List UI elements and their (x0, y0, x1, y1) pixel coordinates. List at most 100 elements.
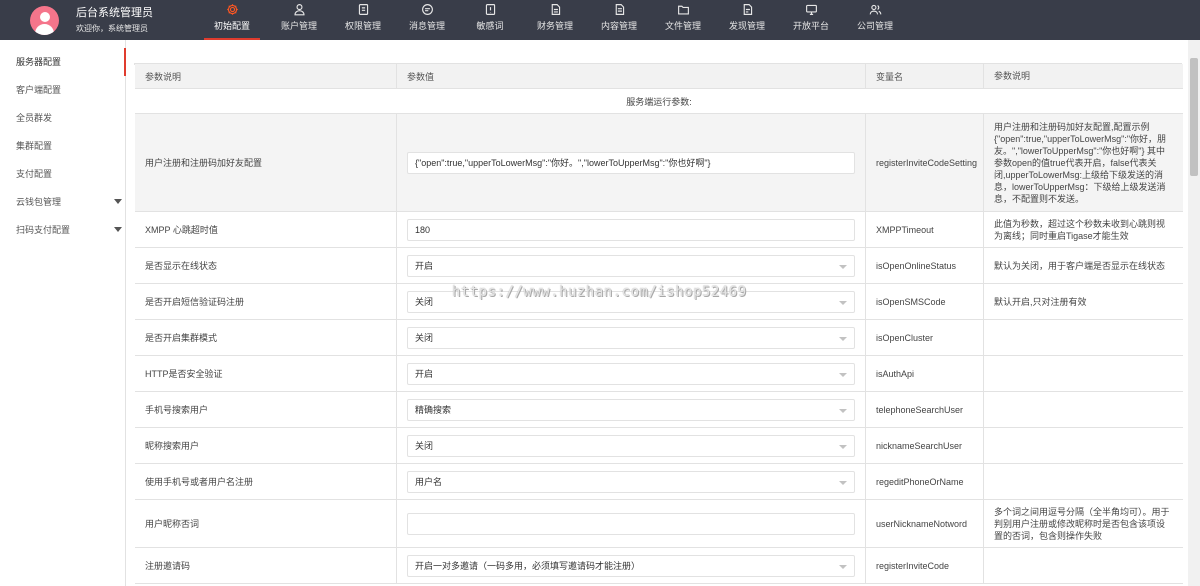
nav-label: 开放平台 (792, 21, 829, 31)
monitor-icon (805, 4, 817, 15)
register-invite-setting-input[interactable]: {"open":true,"upperToLowerMsg":"你好。","lo… (407, 151, 855, 174)
chevron-down-icon (839, 408, 847, 413)
sidebar-item-label: 集群配置 (16, 141, 53, 151)
scrollbar-thumb[interactable] (1190, 58, 1198, 176)
server-params-table: 参数说明 参数值 变量名 参数说明 服务端运行参数: 用户注册和注册码加好友配置… (134, 63, 1183, 584)
online-status-select[interactable]: 开启 (407, 254, 855, 277)
table-row: HTTP是否安全验证 开启 isAuthApi (135, 356, 1183, 392)
param-desc (984, 464, 1183, 499)
sms-code-select[interactable]: 关闭 (407, 290, 855, 313)
finance-icon (551, 4, 560, 15)
table-row: 是否开启集群模式 关闭 isOpenCluster (135, 320, 1183, 356)
param-var: registerInviteCode (866, 548, 984, 583)
param-var: isOpenOnlineStatus (866, 248, 984, 283)
select-value: 用户名 (415, 477, 443, 487)
nav-label: 发现管理 (728, 21, 765, 31)
nickname-notword-input[interactable] (407, 512, 855, 535)
nav-label: 内容管理 (600, 21, 637, 31)
param-value-cell: {"open":true,"upperToLowerMsg":"你好。","lo… (397, 114, 866, 211)
sidebar-item-qr-payment[interactable]: 扫码支付配置 (0, 216, 126, 244)
chevron-down-icon (839, 564, 847, 569)
param-value-cell (397, 500, 866, 547)
sidebar-item-broadcast[interactable]: 全员群发 (0, 104, 126, 132)
param-value-cell: 开启 (397, 248, 866, 283)
param-var: regeditPhoneOrName (866, 464, 984, 499)
chevron-down-icon (114, 199, 122, 204)
sidebar-item-cloud-wallet[interactable]: 云钱包管理 (0, 188, 126, 216)
nav-item-company[interactable]: 公司管理 (846, 0, 904, 40)
chevron-down-icon (839, 444, 847, 449)
sidebar-item-payment-config[interactable]: 支付配置 (0, 160, 126, 188)
user-icon (293, 4, 305, 16)
cluster-mode-select[interactable]: 关闭 (407, 326, 855, 349)
param-value-cell: 开启 (397, 356, 866, 391)
nav-item-content[interactable]: 内容管理 (590, 0, 648, 40)
sidebar-item-label: 扫码支付配置 (16, 225, 71, 235)
column-header: 参数说明 (994, 71, 1031, 81)
nav-label: 敏感词 (476, 21, 504, 31)
param-var: telephoneSearchUser (866, 392, 984, 427)
select-value: 关闭 (415, 297, 434, 307)
param-desc: 多个词之间用逗号分隔（全半角均可）。用于判别用户注册或修改昵称时是否包含该项设置… (994, 506, 1170, 541)
nav-item-account[interactable]: 账户管理 (270, 0, 328, 40)
select-value: 开启 (415, 369, 434, 379)
nav-label: 权限管理 (344, 21, 381, 31)
nav-label: 消息管理 (408, 21, 445, 31)
nav-item-finance[interactable]: 财务管理 (526, 0, 584, 40)
input-value: 180 (415, 224, 431, 235)
nav-item-initial-config[interactable]: 初始配置 (200, 0, 264, 40)
nav-label: 账户管理 (280, 21, 317, 31)
brand: 后台系统管理员 欢迎你，系统管理员 (76, 7, 153, 34)
app-title: 后台系统管理员 (76, 7, 153, 19)
sidebar-item-client-config[interactable]: 客户端配置 (0, 76, 126, 104)
http-auth-select[interactable]: 开启 (407, 362, 855, 385)
avatar[interactable] (30, 6, 59, 35)
select-value: 开启一对多邀请（一码多用，必须填写邀请码才能注册） (415, 561, 641, 571)
table-row: 注册邀请码 开启一对多邀请（一码多用，必须填写邀请码才能注册） register… (135, 548, 1183, 584)
table-row: XMPP 心跳超时值 180 XMPPTimeout 此值为秒数，超过这个秒数未… (135, 212, 1183, 248)
param-desc (984, 320, 1183, 355)
param-var: XMPPTimeout (866, 212, 984, 247)
nav-item-discover[interactable]: 发现管理 (718, 0, 776, 40)
vertical-scrollbar[interactable] (1188, 40, 1200, 586)
select-value: 精确搜索 (415, 405, 452, 415)
sidebar-item-cluster-config[interactable]: 集群配置 (0, 132, 126, 160)
param-label: 是否显示在线状态 (135, 248, 397, 283)
chevron-down-icon (114, 227, 122, 232)
nickname-search-select[interactable]: 关闭 (407, 434, 855, 457)
param-var: isOpenSMSCode (866, 284, 984, 319)
param-label: 用户注册和注册码加好友配置 (135, 114, 397, 211)
chevron-down-icon (839, 300, 847, 305)
register-type-select[interactable]: 用户名 (407, 470, 855, 493)
nav-item-files[interactable]: 文件管理 (654, 0, 712, 40)
nav-label: 公司管理 (856, 21, 893, 31)
param-label: 用户昵称否词 (135, 500, 397, 547)
nav-item-sensitive-words[interactable]: 敏感词 (464, 0, 516, 40)
param-desc: 此值为秒数，超过这个秒数未收到心跳则视为离线；同时重启Tigase才能生效 (994, 218, 1166, 241)
column-header: 变量名 (866, 64, 984, 88)
xmpp-timeout-input[interactable]: 180 (407, 218, 855, 241)
table-row: 是否显示在线状态 开启 isOpenOnlineStatus 默认为关闭，用于客… (135, 248, 1183, 284)
telephone-search-select[interactable]: 精确搜索 (407, 398, 855, 421)
sidebar-item-server-config[interactable]: 服务器配置 (0, 48, 126, 76)
param-label: 是否开启集群模式 (135, 320, 397, 355)
nav-item-permission[interactable]: 权限管理 (334, 0, 392, 40)
table-row: 昵称搜索用户 关闭 nicknameSearchUser (135, 428, 1183, 464)
param-value-cell: 用户名 (397, 464, 866, 499)
param-desc: 默认开启,只对注册有效 (994, 296, 1087, 307)
nav-item-open-platform[interactable]: 开放平台 (782, 0, 840, 40)
nav-item-message[interactable]: 消息管理 (398, 0, 456, 40)
gear-icon (226, 4, 238, 15)
avatar-head (39, 12, 50, 22)
param-desc (984, 392, 1183, 427)
sidebar-item-label: 云钱包管理 (16, 197, 62, 207)
invite-code-select[interactable]: 开启一对多邀请（一码多用，必须填写邀请码才能注册） (407, 554, 855, 577)
chevron-down-icon (839, 336, 847, 341)
param-var: registerInviteCodeSetting (866, 114, 984, 211)
sidebar-item-label: 服务器配置 (16, 57, 62, 67)
table-row: 用户注册和注册码加好友配置 {"open":true,"upperToLower… (135, 114, 1183, 212)
param-value-cell: 开启一对多邀请（一码多用，必须填写邀请码才能注册） (397, 548, 866, 583)
column-header: 参数值 (397, 64, 866, 88)
param-desc (984, 428, 1183, 463)
nav-label: 财务管理 (536, 21, 573, 31)
